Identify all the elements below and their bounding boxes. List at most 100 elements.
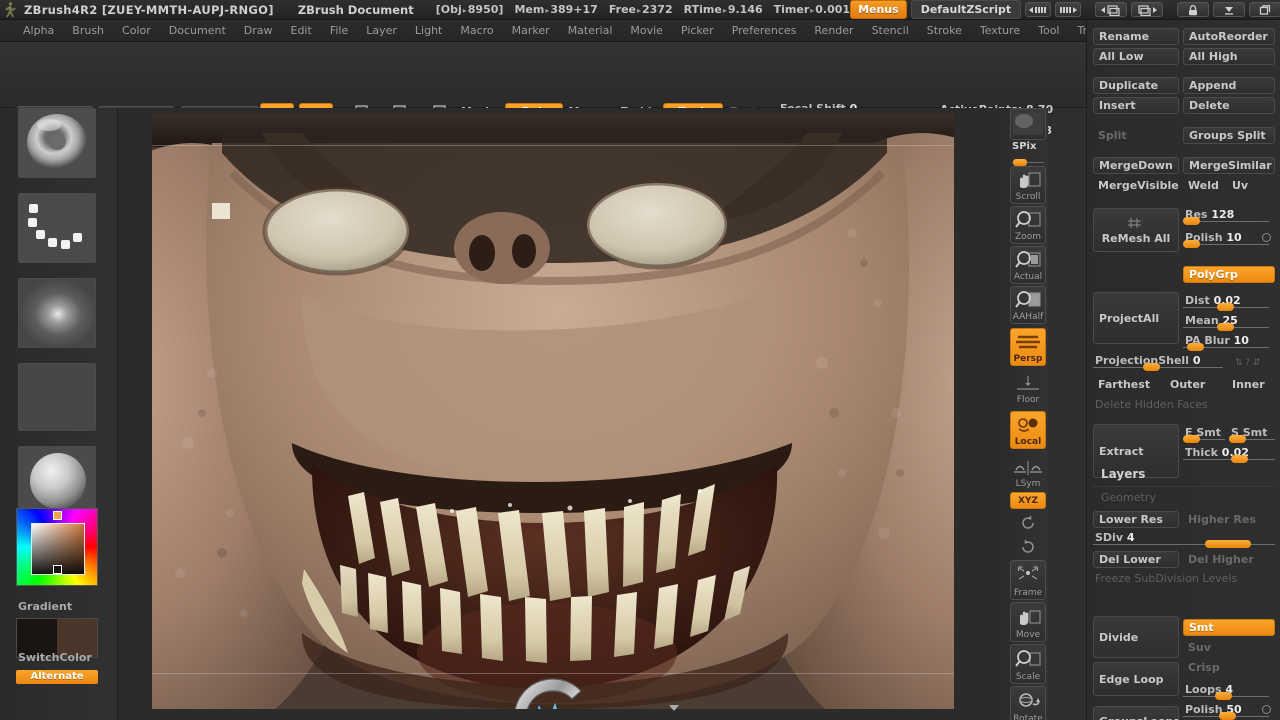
- next-pages-icon[interactable]: [1055, 2, 1082, 17]
- texture-empty-thumbnail[interactable]: [18, 363, 96, 431]
- menu-layer[interactable]: Layer: [357, 22, 406, 39]
- delete-button[interactable]: Delete: [1183, 97, 1275, 114]
- farthest-button[interactable]: Farthest: [1093, 376, 1165, 393]
- freeze-subdivision-label[interactable]: Freeze SubDivision Levels: [1095, 572, 1237, 585]
- restore-icon[interactable]: [1249, 2, 1280, 17]
- divide-button[interactable]: Divide: [1093, 616, 1179, 658]
- vbar-persp-button[interactable]: Persp: [1010, 328, 1046, 366]
- spix-slider[interactable]: [1012, 153, 1044, 167]
- vbar-frame-button[interactable]: Frame: [1010, 560, 1046, 600]
- split-button[interactable]: Split: [1093, 127, 1179, 144]
- canvas-collapse-arrow-icon[interactable]: [669, 705, 679, 711]
- mergesimilar-button[interactable]: MergeSimilar: [1183, 157, 1275, 174]
- slider-knob[interactable]: [1231, 455, 1248, 463]
- polish-circle-toggle-2[interactable]: [1262, 705, 1271, 714]
- slider-knob[interactable]: [1183, 217, 1200, 225]
- vbar-rotate-cw-button[interactable]: [1010, 536, 1046, 558]
- s-smt-slider[interactable]: S Smt: [1229, 426, 1275, 443]
- sdiv-slider[interactable]: SDiv 4: [1093, 531, 1275, 548]
- menus-button[interactable]: Menus: [850, 0, 907, 19]
- higher-res-button[interactable]: Higher Res: [1183, 511, 1275, 528]
- inner-button[interactable]: Inner: [1227, 376, 1277, 393]
- vbar-actual-button[interactable]: Actual: [1010, 246, 1046, 284]
- append-button[interactable]: Append: [1183, 77, 1275, 94]
- outer-button[interactable]: Outer: [1165, 376, 1221, 393]
- weld-button[interactable]: Weld: [1183, 177, 1223, 194]
- slider-knob[interactable]: [1143, 363, 1160, 371]
- res-slider[interactable]: Res 128: [1183, 208, 1269, 225]
- vbar-zoom-button[interactable]: Zoom: [1010, 206, 1046, 244]
- slider-knob[interactable]: [1217, 303, 1234, 311]
- vbar-rotate-ccw-button[interactable]: [1010, 512, 1046, 534]
- del-higher-button[interactable]: Del Higher: [1183, 551, 1275, 568]
- polish-slider[interactable]: Polish 10: [1183, 231, 1271, 248]
- menu-picker[interactable]: Picker: [672, 22, 723, 39]
- polish-circle-toggle[interactable]: [1262, 233, 1271, 242]
- document-canvas[interactable]: [152, 113, 954, 709]
- lower-res-button[interactable]: Lower Res: [1093, 511, 1179, 528]
- menu-preferences[interactable]: Preferences: [723, 22, 806, 39]
- menu-stroke[interactable]: Stroke: [918, 22, 971, 39]
- material-sphere-thumbnail[interactable]: [18, 446, 96, 516]
- menu-brush[interactable]: Brush: [63, 22, 113, 39]
- menu-marker[interactable]: Marker: [503, 22, 559, 39]
- hue-marker[interactable]: [53, 511, 62, 520]
- sv-marker[interactable]: [53, 565, 62, 574]
- menu-movie[interactable]: Movie: [621, 22, 672, 39]
- menu-macro[interactable]: Macro: [451, 22, 502, 39]
- rename-button[interactable]: Rename: [1093, 28, 1179, 45]
- vbar-aahalf-button[interactable]: AAHalf: [1010, 286, 1046, 324]
- uv-button[interactable]: Uv: [1227, 177, 1261, 194]
- alpha-glow-thumbnail[interactable]: [18, 278, 96, 348]
- prev-window-icon[interactable]: [1095, 2, 1128, 17]
- slider-knob[interactable]: [1183, 435, 1200, 443]
- mergevisible-button[interactable]: MergeVisible: [1093, 177, 1179, 194]
- menu-render[interactable]: Render: [805, 22, 862, 39]
- slider-knob[interactable]: [1013, 159, 1027, 166]
- autoreorder-button[interactable]: AutoReorder: [1183, 28, 1275, 45]
- menu-file[interactable]: File: [321, 22, 357, 39]
- pa-blur-slider[interactable]: PA Blur 10: [1183, 334, 1269, 351]
- menu-material[interactable]: Material: [559, 22, 622, 39]
- prev-pages-icon[interactable]: [1025, 2, 1052, 17]
- mean-slider[interactable]: Mean 25: [1183, 314, 1269, 331]
- slider-knob[interactable]: [1187, 343, 1204, 351]
- mergedown-button[interactable]: MergeDown: [1093, 157, 1179, 174]
- suv-button[interactable]: Suv: [1183, 639, 1275, 656]
- e-smt-slider[interactable]: E Smt: [1183, 426, 1225, 443]
- vbar-scale-button[interactable]: Scale: [1010, 644, 1046, 684]
- dist-slider[interactable]: Dist 0.02: [1183, 294, 1269, 311]
- groups-split-button[interactable]: Groups Split: [1183, 127, 1275, 144]
- polish-50-slider[interactable]: Polish 50: [1183, 703, 1271, 720]
- projectall-button[interactable]: ProjectAll: [1093, 292, 1179, 344]
- slider-knob[interactable]: [1183, 240, 1200, 248]
- polygrp-button[interactable]: PolyGrp: [1183, 266, 1275, 283]
- duplicate-button[interactable]: Duplicate: [1093, 77, 1179, 94]
- alternate-button[interactable]: Alternate: [16, 670, 98, 684]
- slider-knob[interactable]: [1215, 692, 1232, 700]
- groupsloops-button[interactable]: GroupsLoops: [1093, 706, 1179, 720]
- projectionshell-slider[interactable]: ProjectionShell 0: [1093, 354, 1223, 371]
- slider-knob[interactable]: [1219, 712, 1236, 720]
- menu-texture[interactable]: Texture: [971, 22, 1029, 39]
- menu-stencil[interactable]: Stencil: [863, 22, 918, 39]
- zscript-field[interactable]: DefaultZScript: [910, 0, 1022, 19]
- color-wheel-picker[interactable]: [16, 508, 98, 586]
- edge-loop-button[interactable]: Edge Loop: [1093, 662, 1179, 696]
- geometry-header[interactable]: Geometry: [1101, 491, 1156, 504]
- menu-edit[interactable]: Edit: [282, 22, 321, 39]
- vbar-lsym-button[interactable]: LSym: [1010, 456, 1046, 490]
- stroke-dots-thumbnail[interactable]: [18, 193, 96, 263]
- lock-icon[interactable]: [1177, 2, 1210, 17]
- vbar-xyz-button[interactable]: XYZ: [1010, 492, 1046, 509]
- menu-alpha[interactable]: Alpha: [14, 22, 63, 39]
- crisp-button[interactable]: Crisp: [1183, 659, 1275, 676]
- vbar-move-button[interactable]: Move: [1010, 602, 1046, 642]
- loops-slider[interactable]: Loops 4: [1183, 683, 1269, 700]
- menu-draw[interactable]: Draw: [235, 22, 282, 39]
- alpha-donut-thumbnail[interactable]: [18, 108, 96, 178]
- slider-knob[interactable]: [1229, 435, 1246, 443]
- layers-header[interactable]: Layers: [1101, 467, 1145, 481]
- all-low-button[interactable]: All Low: [1093, 48, 1179, 65]
- menu-color[interactable]: Color: [113, 22, 160, 39]
